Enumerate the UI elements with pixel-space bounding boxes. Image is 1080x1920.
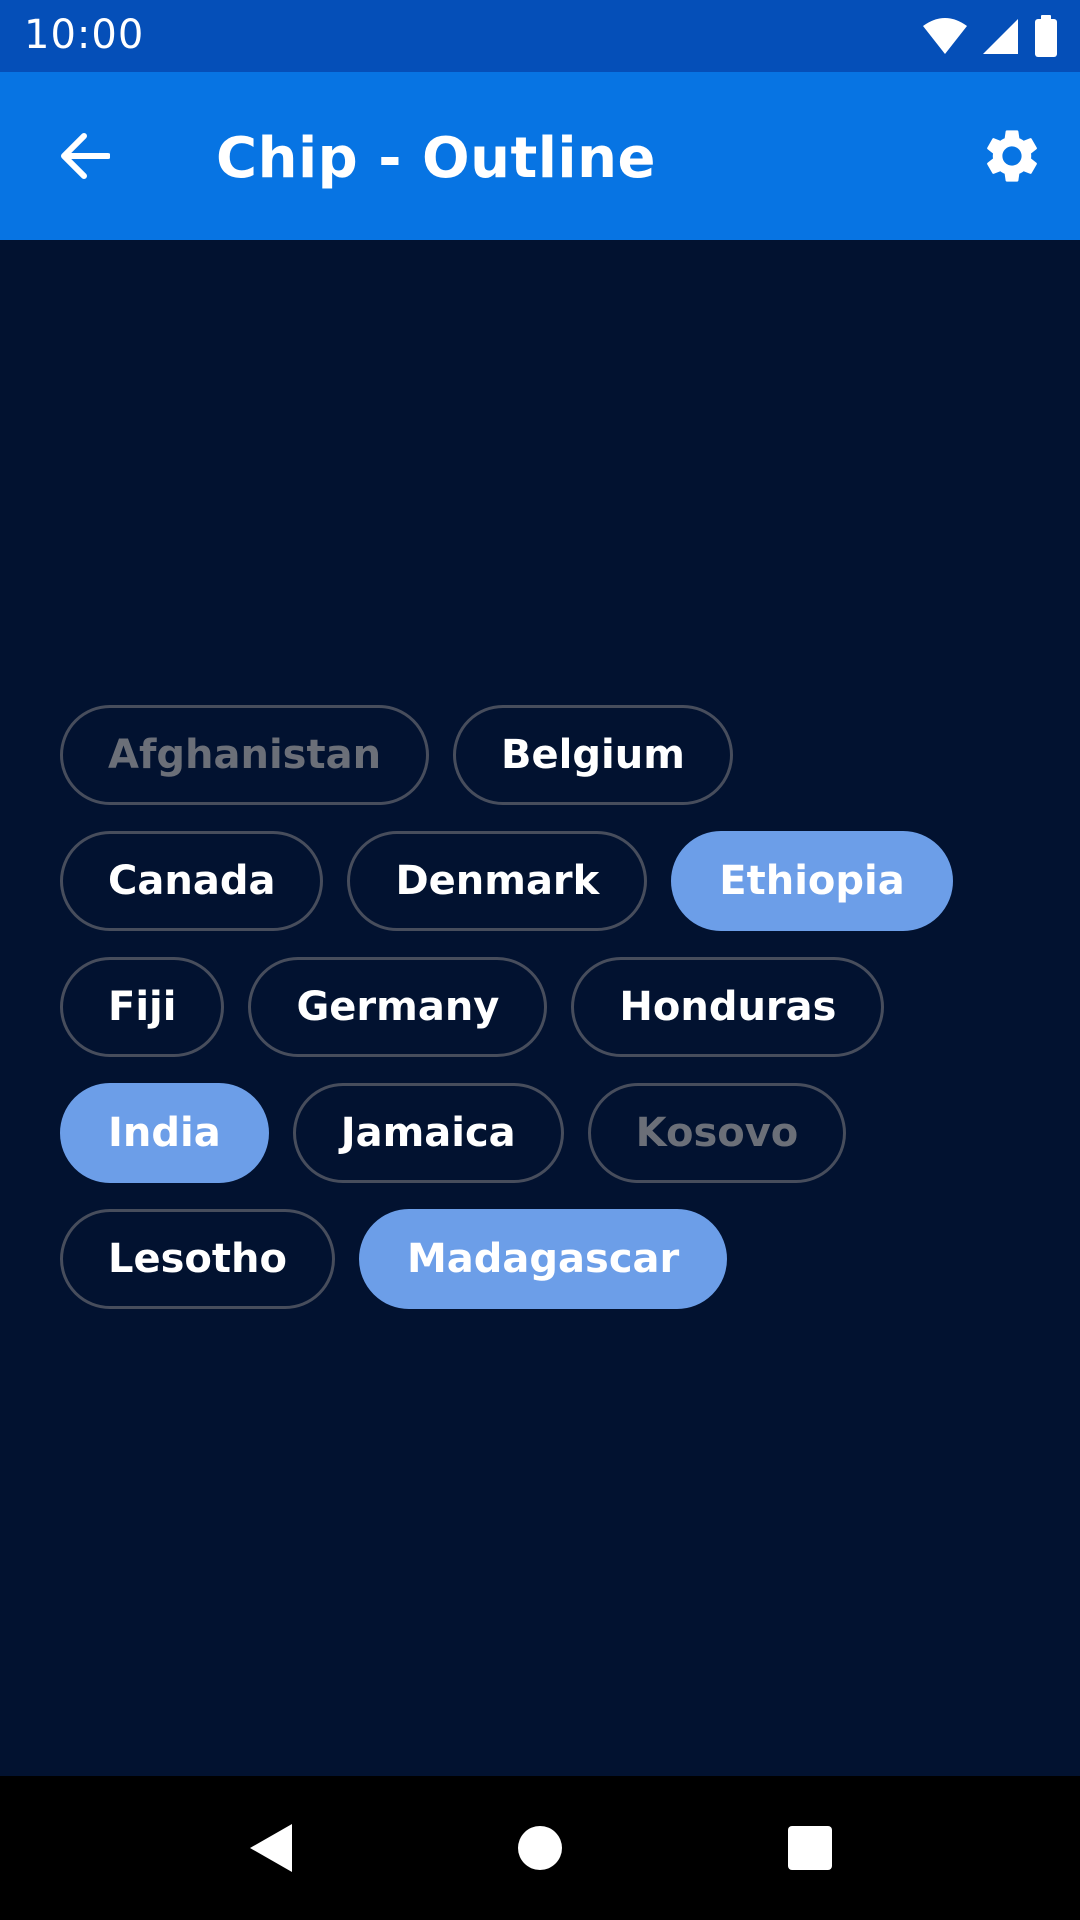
status-bar: 10:00	[0, 0, 1080, 72]
settings-button[interactable]	[976, 120, 1048, 192]
nav-home-button[interactable]	[510, 1818, 570, 1878]
battery-icon	[1035, 15, 1057, 57]
nav-back-button[interactable]	[240, 1818, 300, 1878]
circle-home-icon	[518, 1826, 562, 1870]
chip-afghanistan: Afghanistan	[60, 705, 430, 805]
app-bar: Chip - Outline	[0, 72, 1080, 240]
navigation-bar	[0, 1776, 1080, 1920]
triangle-back-icon	[250, 1824, 292, 1872]
square-recents-icon	[788, 1826, 832, 1870]
chip-belgium[interactable]: Belgium	[453, 705, 733, 805]
page-title: Chip - Outline	[216, 126, 656, 191]
chip-lesotho[interactable]: Lesotho	[60, 1209, 335, 1309]
status-time: 10:00	[24, 12, 145, 58]
arrow-back-icon	[61, 133, 110, 179]
back-button[interactable]	[50, 122, 118, 190]
chip-group: Afghanistan Belgium Canada Denmark Ethio…	[60, 705, 960, 1309]
nav-recents-button[interactable]	[780, 1818, 840, 1878]
chip-madagascar[interactable]: Madagascar	[358, 1209, 728, 1309]
chip-fiji[interactable]: Fiji	[60, 957, 225, 1057]
chip-jamaica[interactable]: Jamaica	[292, 1083, 564, 1183]
chip-germany[interactable]: Germany	[248, 957, 548, 1057]
chip-canada[interactable]: Canada	[60, 831, 324, 931]
chip-india[interactable]: India	[60, 1083, 269, 1183]
gear-icon	[987, 130, 1037, 182]
chip-honduras[interactable]: Honduras	[571, 957, 885, 1057]
chip-ethiopia[interactable]: Ethiopia	[671, 831, 953, 931]
wifi-icon	[923, 18, 967, 54]
status-icons	[922, 14, 1058, 58]
chip-denmark[interactable]: Denmark	[347, 831, 648, 931]
signal-icon	[983, 19, 1018, 54]
chip-kosovo: Kosovo	[587, 1083, 847, 1183]
